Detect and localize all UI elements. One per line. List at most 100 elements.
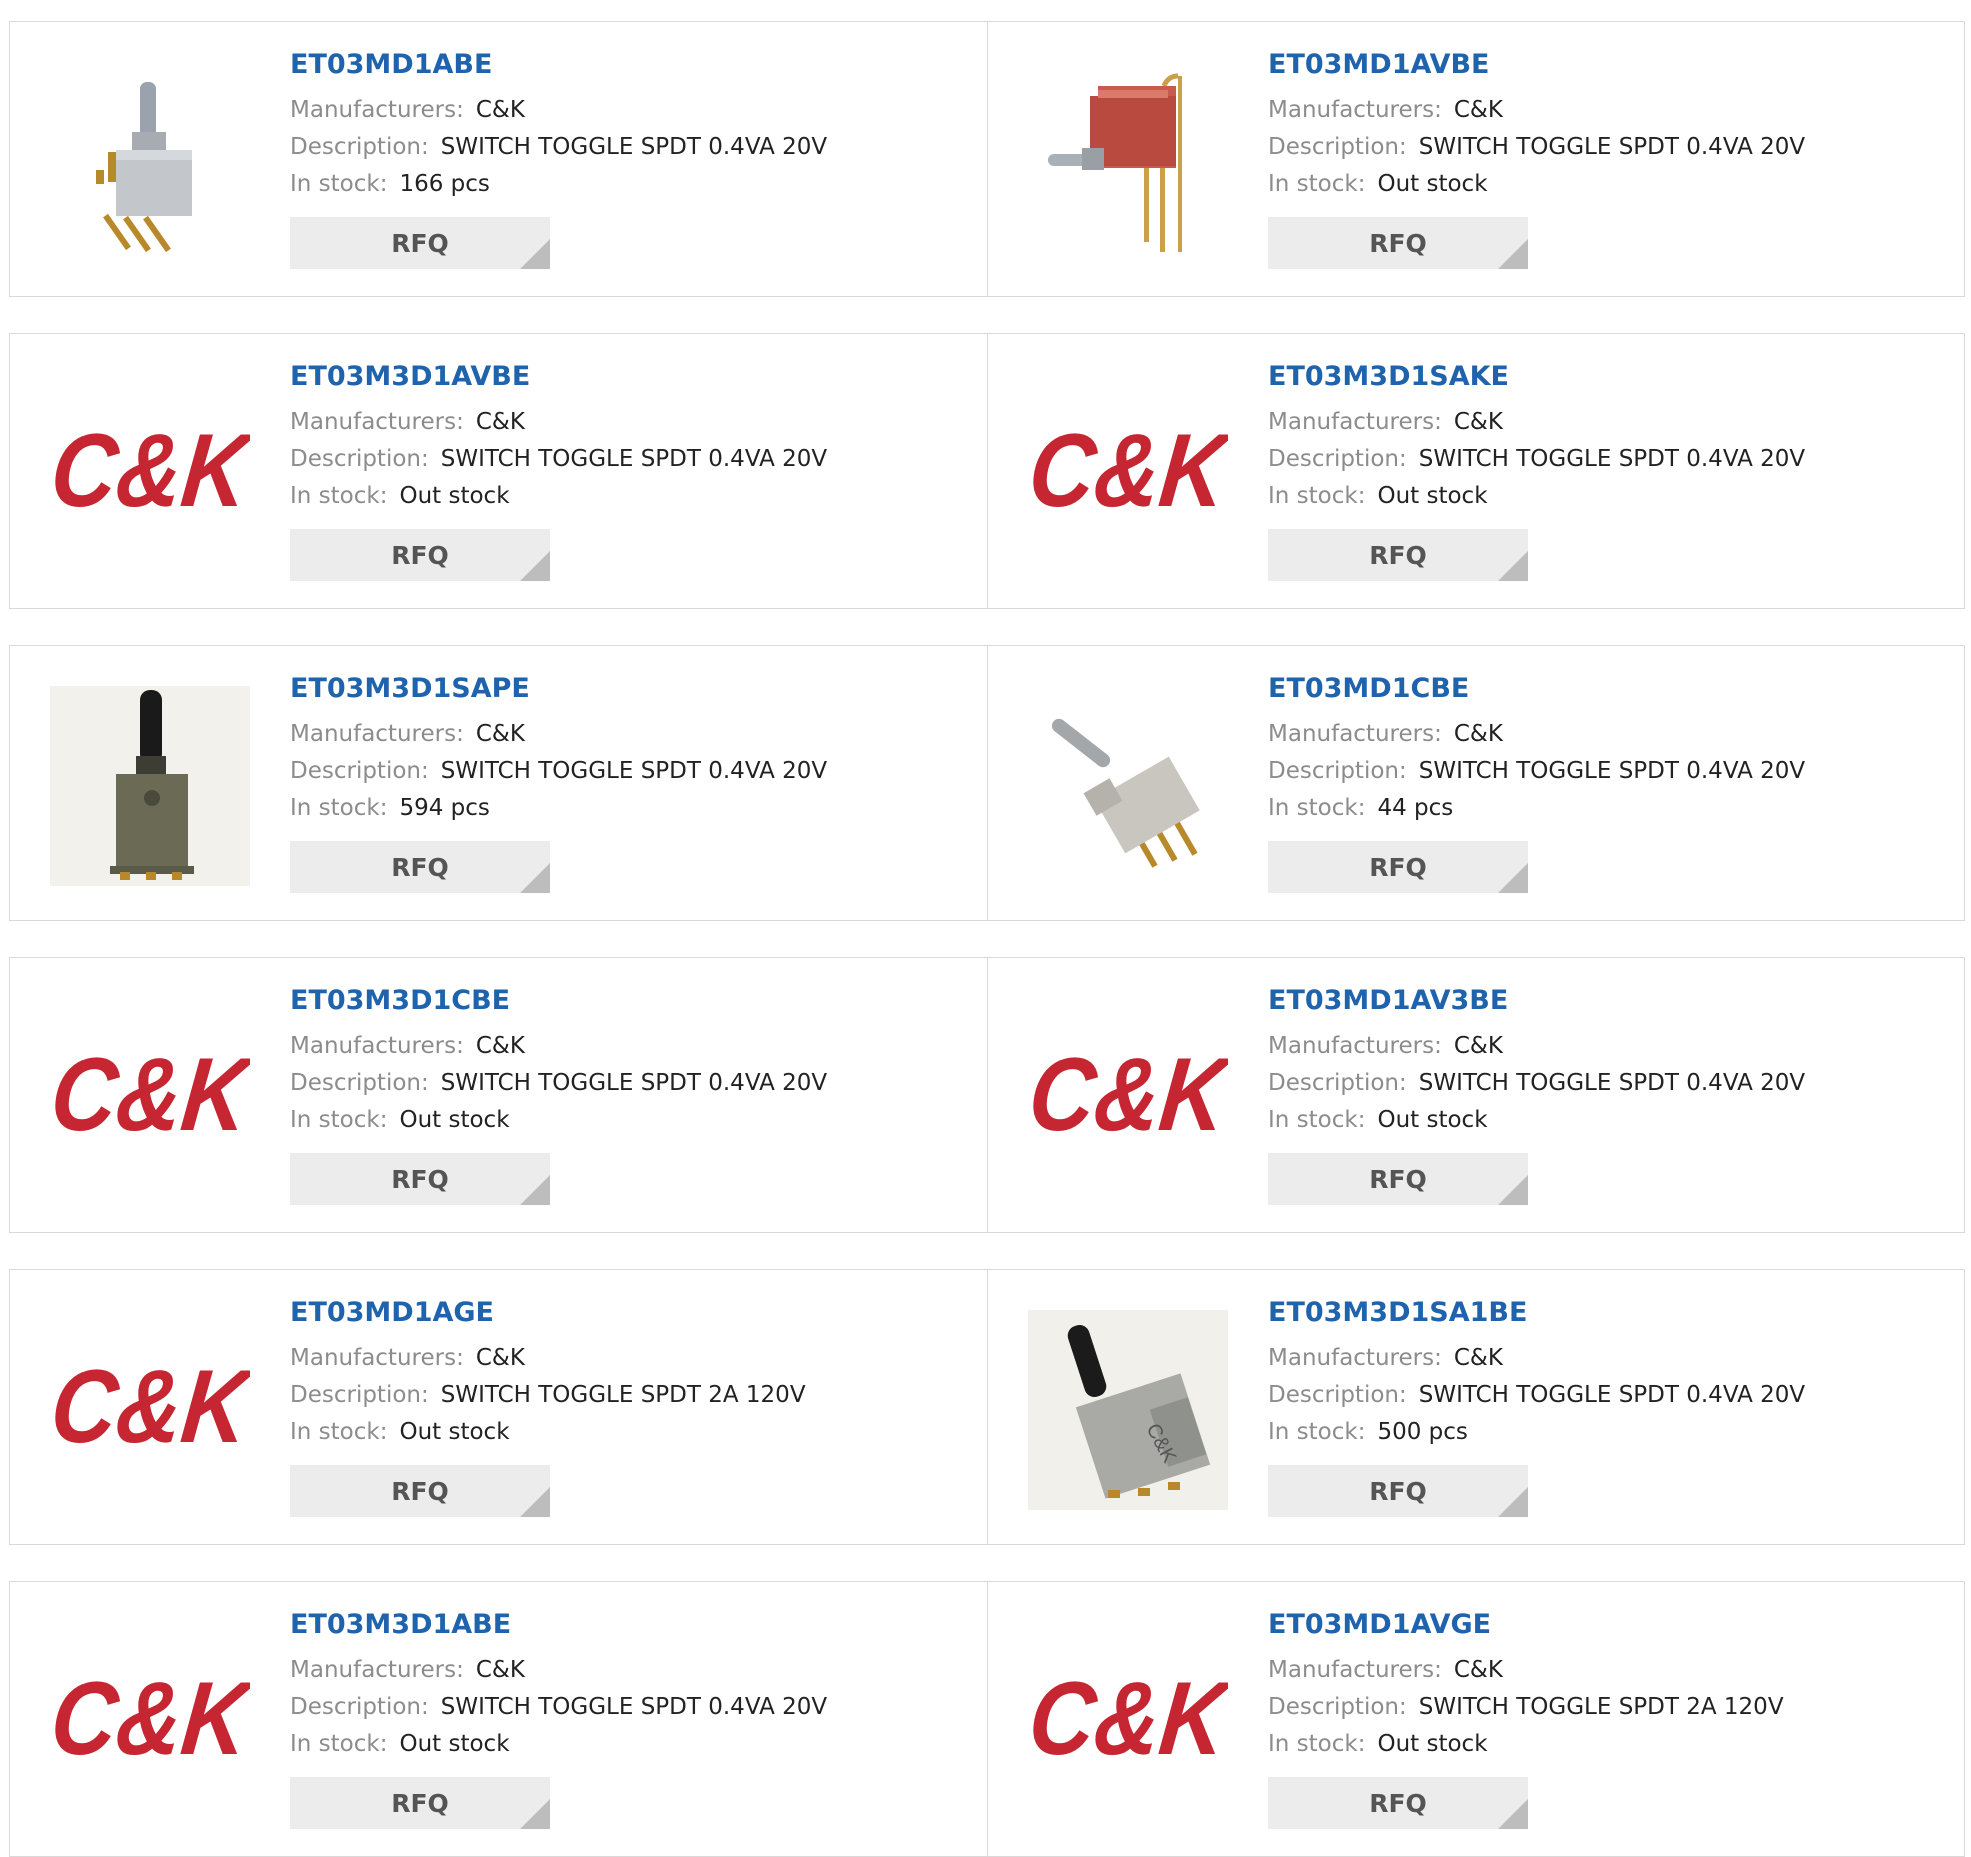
- description-line: Description: SWITCH TOGGLE SPDT 2A 120V: [290, 1377, 806, 1414]
- rfq-button[interactable]: RFQ: [290, 841, 550, 893]
- ck-logo-image: C&K: [50, 1661, 250, 1777]
- product-image[interactable]: [1028, 686, 1228, 886]
- ck-logo-image: C&K: [1028, 1661, 1228, 1777]
- svg-text:C&K: C&K: [50, 1661, 250, 1777]
- rfq-label: RFQ: [391, 540, 449, 570]
- rfq-label: RFQ: [391, 228, 449, 258]
- rfq-button[interactable]: RFQ: [290, 529, 550, 581]
- product-image[interactable]: C&K: [1028, 1310, 1228, 1510]
- manufacturers-label: Manufacturers:: [1268, 721, 1442, 747]
- stock-line: In stock: Out stock: [290, 1102, 827, 1139]
- part-number-link[interactable]: ET03MD1ABE: [290, 48, 827, 82]
- product-card: ET03M3D1SAPE Manufacturers: C&K Descripti…: [10, 646, 987, 920]
- rfq-button[interactable]: RFQ: [290, 1777, 550, 1829]
- part-number-link[interactable]: ET03MD1AVBE: [1268, 48, 1805, 82]
- product-card: C&K ET03M3D1CBE Manufacturers: C&K Descri…: [10, 958, 987, 1232]
- manufacturers-label: Manufacturers:: [1268, 97, 1442, 123]
- part-number-link[interactable]: ET03MD1AGE: [290, 1296, 806, 1330]
- rfq-button[interactable]: RFQ: [290, 1465, 550, 1517]
- description-line: Description: SWITCH TOGGLE SPDT 0.4VA 20V: [290, 1065, 827, 1102]
- svg-text:C&K: C&K: [50, 1037, 250, 1153]
- stock-line: In stock: Out stock: [290, 1726, 827, 1763]
- corner-triangle-icon: [520, 1175, 550, 1205]
- rfq-button[interactable]: RFQ: [1268, 841, 1528, 893]
- stock-value: 166 pcs: [399, 171, 490, 197]
- part-number-link[interactable]: ET03M3D1SAPE: [290, 672, 827, 706]
- product-image[interactable]: C&K: [50, 374, 250, 574]
- rfq-button[interactable]: RFQ: [290, 1153, 550, 1205]
- product-image[interactable]: C&K: [1028, 1622, 1228, 1822]
- description-line: Description: SWITCH TOGGLE SPDT 0.4VA 20V: [290, 1689, 827, 1726]
- rfq-button[interactable]: RFQ: [1268, 1465, 1528, 1517]
- description-value: SWITCH TOGGLE SPDT 0.4VA 20V: [440, 134, 828, 160]
- rfq-label: RFQ: [1369, 1476, 1427, 1506]
- stock-value: Out stock: [399, 1419, 510, 1445]
- description-label: Description:: [1268, 758, 1407, 784]
- description-line: Description: SWITCH TOGGLE SPDT 2A 120V: [1268, 1689, 1784, 1726]
- part-number-link[interactable]: ET03M3D1CBE: [290, 984, 827, 1018]
- product-image[interactable]: C&K: [50, 1310, 250, 1510]
- stock-line: In stock: 594 pcs: [290, 790, 827, 827]
- stock-value: Out stock: [1377, 171, 1488, 197]
- toggle-switch-image: [1051, 718, 1200, 868]
- product-card: C&K ET03MD1AVGE Manufacturers: C&K Descri…: [987, 1582, 1964, 1856]
- product-image[interactable]: C&K: [1028, 374, 1228, 574]
- in-stock-label: In stock:: [290, 1419, 388, 1445]
- part-number-link[interactable]: ET03MD1CBE: [1268, 672, 1805, 706]
- part-number-link[interactable]: ET03M3D1SA1BE: [1268, 1296, 1805, 1330]
- corner-triangle-icon: [1498, 551, 1528, 581]
- rfq-button[interactable]: RFQ: [1268, 217, 1528, 269]
- product-image[interactable]: C&K: [1028, 998, 1228, 1198]
- product-image[interactable]: C&K: [50, 998, 250, 1198]
- ck-logo-image: C&K: [1028, 1037, 1228, 1153]
- rfq-button[interactable]: RFQ: [1268, 1777, 1528, 1829]
- product-card: C&K ET03M3D1ABE Manufacturers: C&K Descri…: [10, 1582, 987, 1856]
- manufacturers-label: Manufacturers:: [290, 409, 464, 435]
- description-line: Description: SWITCH TOGGLE SPDT 0.4VA 20V: [1268, 441, 1805, 478]
- manufacturers-label: Manufacturers:: [290, 97, 464, 123]
- manufacturer-value: C&K: [475, 97, 525, 123]
- rfq-label: RFQ: [391, 1476, 449, 1506]
- stock-value: Out stock: [1377, 1107, 1488, 1133]
- in-stock-label: In stock:: [1268, 483, 1366, 509]
- rfq-button[interactable]: RFQ: [290, 217, 550, 269]
- rfq-button[interactable]: RFQ: [1268, 529, 1528, 581]
- corner-triangle-icon: [520, 551, 550, 581]
- rfq-button[interactable]: RFQ: [1268, 1153, 1528, 1205]
- in-stock-label: In stock:: [1268, 1731, 1366, 1757]
- manufacturer-line: Manufacturers: C&K: [1268, 1340, 1805, 1377]
- part-number-link[interactable]: ET03M3D1AVBE: [290, 360, 827, 394]
- product-image[interactable]: [50, 686, 250, 886]
- svg-text:C&K: C&K: [1028, 1661, 1228, 1777]
- part-number-link[interactable]: ET03M3D1ABE: [290, 1608, 827, 1642]
- part-number-link[interactable]: ET03M3D1SAKE: [1268, 360, 1805, 394]
- manufacturers-label: Manufacturers:: [1268, 409, 1442, 435]
- product-row: ET03MD1ABE Manufacturers: C&K Description…: [9, 21, 1965, 297]
- corner-triangle-icon: [520, 239, 550, 269]
- description-value: SWITCH TOGGLE SPDT 0.4VA 20V: [440, 446, 828, 472]
- rfq-label: RFQ: [1369, 1164, 1427, 1194]
- manufacturer-line: Manufacturers: C&K: [1268, 1652, 1784, 1689]
- description-line: Description: SWITCH TOGGLE SPDT 0.4VA 20V: [1268, 129, 1805, 166]
- manufacturer-line: Manufacturers: C&K: [290, 1340, 806, 1377]
- description-line: Description: SWITCH TOGGLE SPDT 0.4VA 20V: [1268, 1065, 1805, 1102]
- product-image[interactable]: [1028, 62, 1228, 262]
- product-image[interactable]: C&K: [50, 1622, 250, 1822]
- product-image[interactable]: [50, 62, 250, 262]
- description-label: Description:: [290, 1382, 429, 1408]
- part-number-link[interactable]: ET03MD1AV3BE: [1268, 984, 1805, 1018]
- part-number-link[interactable]: ET03MD1AVGE: [1268, 1608, 1784, 1642]
- stock-value: Out stock: [1377, 1731, 1488, 1757]
- stock-line: In stock: 500 pcs: [1268, 1414, 1805, 1451]
- description-value: SWITCH TOGGLE SPDT 0.4VA 20V: [1418, 758, 1806, 784]
- description-label: Description:: [1268, 1070, 1407, 1096]
- corner-triangle-icon: [1498, 239, 1528, 269]
- description-label: Description:: [1268, 134, 1407, 160]
- svg-text:C&K: C&K: [50, 1349, 250, 1465]
- description-line: Description: SWITCH TOGGLE SPDT 0.4VA 20V: [290, 129, 827, 166]
- description-value: SWITCH TOGGLE SPDT 0.4VA 20V: [1418, 446, 1806, 472]
- description-line: Description: SWITCH TOGGLE SPDT 0.4VA 20V: [1268, 753, 1805, 790]
- toggle-switch-image: [96, 82, 192, 253]
- description-value: SWITCH TOGGLE SPDT 0.4VA 20V: [440, 1694, 828, 1720]
- ck-logo-image: C&K: [1028, 413, 1228, 529]
